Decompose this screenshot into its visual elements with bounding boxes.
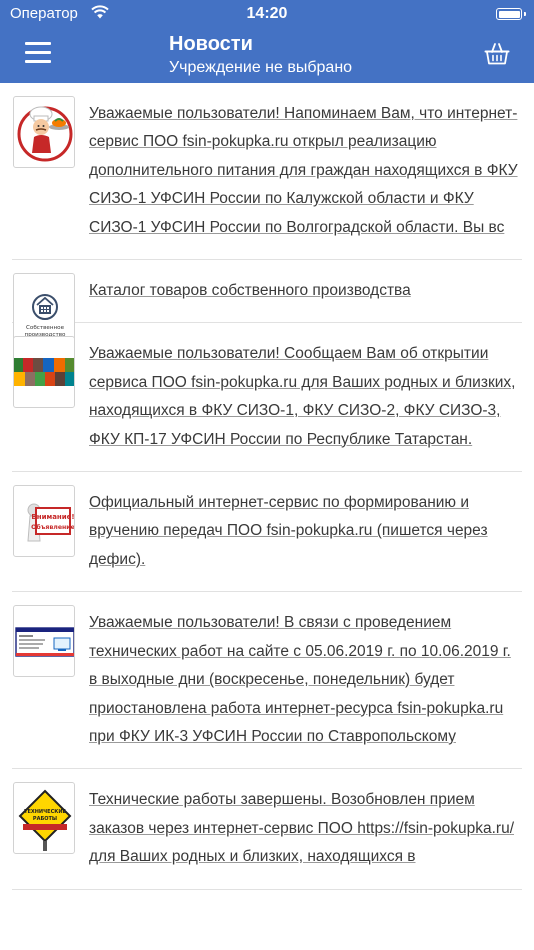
chef-mascot-image bbox=[13, 96, 75, 168]
news-link[interactable]: Технические работы завершены. Возобновле… bbox=[89, 769, 522, 888]
page-title: Новости bbox=[169, 33, 253, 55]
nav-bar: Новости Учреждение не выбрано bbox=[0, 28, 534, 83]
news-item[interactable]: Уважаемые пользователи! Напоминаем Вам, … bbox=[12, 83, 522, 261]
news-list: Уважаемые пользователи! Напоминаем Вам, … bbox=[0, 83, 534, 890]
news-item[interactable]: Уважаемые пользователи! Сообщаем Вам об … bbox=[12, 323, 522, 473]
attention-sign-image: Внимание! Объявление bbox=[13, 485, 75, 558]
news-link[interactable]: Уважаемые пользователи! Напоминаем Вам, … bbox=[89, 83, 522, 259]
thumb-caption-word: РАБОТЫ bbox=[33, 816, 57, 822]
news-item[interactable]: Собственное производство Каталог товаров… bbox=[12, 260, 522, 346]
basket-icon[interactable] bbox=[484, 42, 510, 66]
maintenance-notice-image bbox=[13, 605, 75, 678]
thumb-caption-word: Внимание! bbox=[31, 513, 74, 521]
clock: 14:20 bbox=[246, 5, 288, 22]
news-item[interactable]: ТЕХНИЧЕСКИЕ РАБОТЫ Технические работы за… bbox=[12, 769, 522, 890]
news-item[interactable]: Внимание! Объявление Официальный интерне… bbox=[12, 472, 522, 593]
news-link[interactable]: Официальный интернет-сервис по формирова… bbox=[89, 472, 522, 591]
thumb-caption-word: Объявление bbox=[31, 523, 75, 531]
news-link[interactable]: Каталог товаров собственного производств… bbox=[89, 260, 522, 322]
status-bar: Оператор 14:20 bbox=[0, 0, 534, 28]
institution-subtitle: Учреждение не выбрано bbox=[169, 59, 353, 76]
battery-icon bbox=[496, 8, 526, 20]
news-link[interactable]: Уважаемые пользователи! Сообщаем Вам об … bbox=[89, 323, 522, 471]
technical-works-sign-image: ТЕХНИЧЕСКИЕ РАБОТЫ bbox=[13, 782, 75, 855]
photo-collage-image bbox=[13, 336, 75, 409]
thumb-caption-word: ТЕХНИЧЕСКИЕ bbox=[24, 809, 66, 815]
news-link[interactable]: Уважаемые пользователи! В связи с провед… bbox=[89, 592, 522, 768]
news-item[interactable]: Уважаемые пользователи! В связи с провед… bbox=[12, 592, 522, 770]
hamburger-menu-icon[interactable] bbox=[25, 42, 51, 64]
